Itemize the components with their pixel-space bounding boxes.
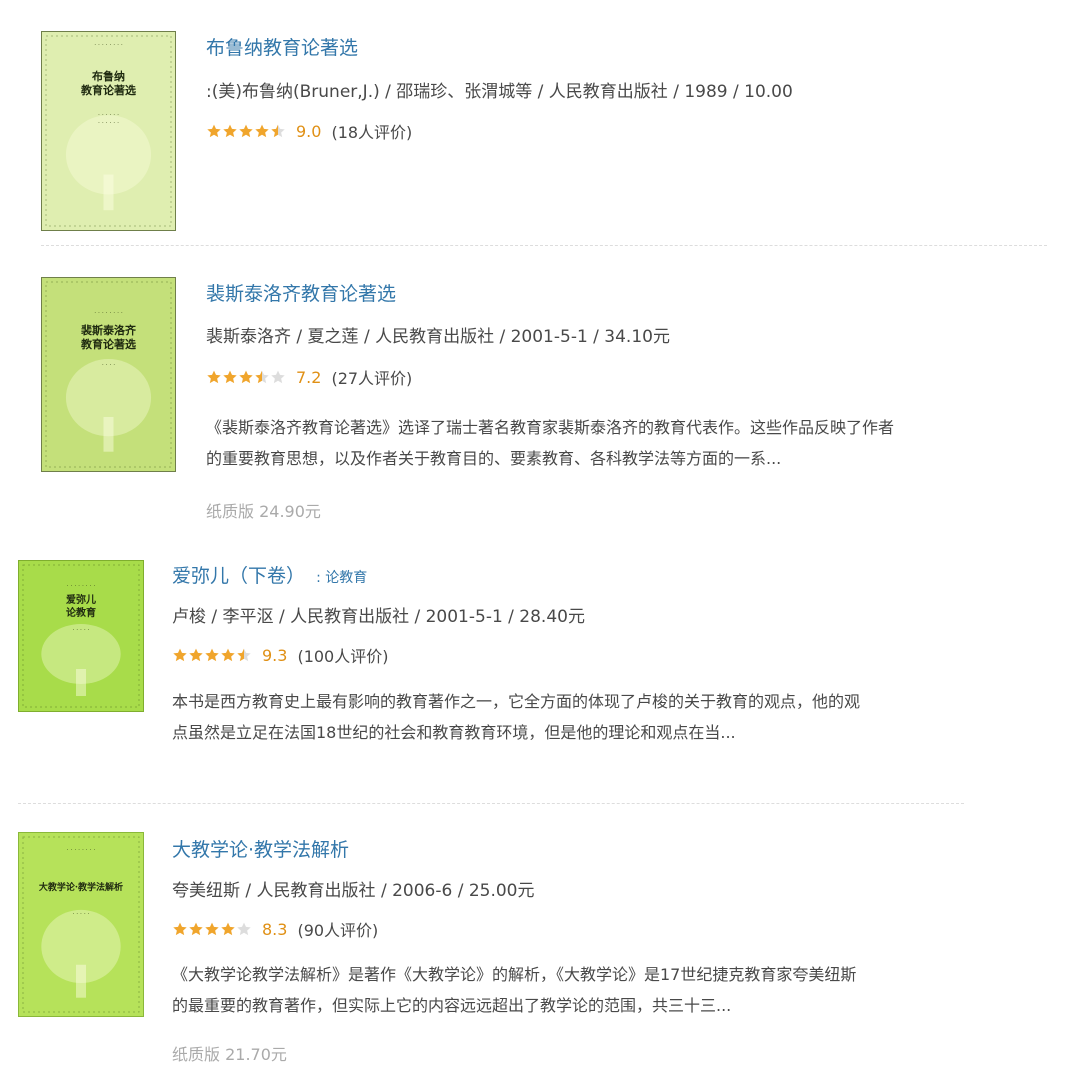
- rating-count[interactable]: (18人评价): [331, 119, 412, 143]
- paper-edition-price[interactable]: 纸质版 21.70元: [172, 1041, 287, 1065]
- star-rating: [206, 124, 286, 138]
- star-icon: [173, 922, 187, 936]
- star-icon: [271, 124, 285, 138]
- book-description: 本书是西方教育史上最有影响的教育著作之一，它全方面的体现了卢梭的关于教育的观点，…: [172, 686, 1032, 748]
- divider: [18, 803, 964, 804]
- book-cover[interactable]: · · · · · · · · 爱弥儿 论教育 · · · · ·: [18, 560, 144, 712]
- star-icon: [207, 370, 221, 384]
- book-meta: :(美)布鲁纳(Bruner,J.) / 邵瑞珍、张渭城等 / 人民教育出版社 …: [206, 82, 793, 102]
- star-rating: [172, 922, 252, 936]
- star-icon: [239, 370, 253, 384]
- book-title-link[interactable]: 裴斯泰洛齐教育论著选: [206, 283, 396, 305]
- rating-count[interactable]: (90人评价): [297, 917, 378, 941]
- cover-title: 裴斯泰洛齐 教育论著选: [81, 324, 136, 351]
- cover-authors: · · · · ·: [72, 627, 90, 634]
- star-icon: [271, 370, 285, 384]
- star-icon: [189, 922, 203, 936]
- divider: [41, 245, 1047, 246]
- star-icon: [237, 922, 251, 936]
- cover-pattern: [22, 836, 140, 1013]
- cover-title: 爱弥儿 论教育: [66, 595, 96, 619]
- star-icon: [221, 922, 235, 936]
- rating-score: 7.2: [296, 367, 322, 387]
- star-icon: [239, 124, 253, 138]
- cover-art: [42, 278, 175, 471]
- star-icon: [189, 648, 203, 662]
- cover-series: · · · · · · · ·: [66, 847, 96, 854]
- rating-count[interactable]: (27人评价): [331, 365, 412, 389]
- rating-score: 8.3: [262, 919, 288, 939]
- description-line: 本书是西方教育史上最有影响的教育著作之一，它全方面的体现了卢梭的关于教育的观点，…: [172, 692, 861, 711]
- book-description: 《裴斯泰洛齐教育论著选》选译了瑞士著名教育家裴斯泰洛齐的教育代表作。这些作品反映…: [206, 412, 1056, 474]
- description-line: 《大教学论教学法解析》是著作《大教学论》的解析，《大教学论》是17世纪捷克教育家…: [172, 965, 857, 984]
- star-icon: [205, 648, 219, 662]
- book-title-link[interactable]: 大教学论·教学法解析: [172, 839, 349, 861]
- star-icon: [255, 124, 269, 138]
- rating-score: 9.0: [296, 121, 322, 141]
- cover-series: · · · · · · · ·: [94, 310, 123, 317]
- cover-title: 大教学论·教学法解析: [38, 883, 124, 893]
- book-cover[interactable]: · · · · · · · · 裴斯泰洛齐 教育论著选 · · · ·: [41, 277, 176, 472]
- rating-row: 7.2 (27人评价): [206, 365, 412, 389]
- rating-count[interactable]: (100人评价): [297, 643, 388, 667]
- book-description: 《大教学论教学法解析》是著作《大教学论》的解析，《大教学论》是17世纪捷克教育家…: [172, 959, 1032, 1021]
- description-line: 《裴斯泰洛齐教育论著选》选译了瑞士著名教育家裴斯泰洛齐的教育代表作。这些作品反映…: [206, 418, 895, 437]
- cover-series: · · · · · · · ·: [66, 583, 96, 590]
- star-rating: [206, 370, 286, 384]
- book-title-link[interactable]: 爱弥儿（下卷）: [172, 565, 305, 587]
- cover-authors: · · · ·: [101, 362, 116, 369]
- cover-authors: · · · · · · · · · · · ·: [98, 112, 119, 128]
- rating-row: 8.3 (90人评价): [172, 917, 378, 941]
- book-cover[interactable]: · · · · · · · · 大教学论·教学法解析 · · · · ·: [18, 832, 144, 1017]
- star-icon: [173, 648, 187, 662]
- star-icon: [255, 370, 269, 384]
- rating-row: 9.0 (18人评价): [206, 119, 412, 143]
- cover-art: [19, 833, 143, 1016]
- star-icon: [223, 370, 237, 384]
- cover-title: 布鲁纳 教育论著选: [81, 70, 136, 97]
- star-icon: [221, 648, 235, 662]
- cover-pattern: [45, 35, 172, 227]
- star-icon: [207, 124, 221, 138]
- cover-authors: · · · · ·: [72, 911, 90, 918]
- star-rating: [172, 648, 252, 662]
- book-meta: 裴斯泰洛齐 / 夏之莲 / 人民教育出版社 / 2001-5-1 / 34.10…: [206, 327, 670, 347]
- description-line: 点虽然是立足在法国18世纪的社会和教育教育环境，但是他的理论和观点在当...: [172, 723, 736, 742]
- cover-art: [42, 32, 175, 230]
- book-cover[interactable]: · · · · · · · · 布鲁纳 教育论著选 · · · · · · · ·…: [41, 31, 176, 231]
- star-icon: [223, 124, 237, 138]
- book-meta: 卢梭 / 李平沤 / 人民教育出版社 / 2001-5-1 / 28.40元: [172, 607, 585, 627]
- rating-row: 9.3 (100人评价): [172, 643, 388, 667]
- book-subtitle: : 论教育: [316, 570, 368, 586]
- rating-score: 9.3: [262, 645, 288, 665]
- description-line: 的最重要的教育著作，但实际上它的内容远远超出了教学论的范围，共三十三...: [172, 996, 732, 1015]
- book-title-link[interactable]: 布鲁纳教育论著选: [206, 37, 358, 59]
- description-line: 的重要教育思想，以及作者关于教育目的、要素教育、各科教学法等方面的一系...: [206, 449, 782, 468]
- star-icon: [205, 922, 219, 936]
- cover-pattern: [45, 281, 172, 468]
- paper-edition-price[interactable]: 纸质版 24.90元: [206, 498, 321, 522]
- star-icon: [237, 648, 251, 662]
- cover-series: · · · · · · · ·: [94, 42, 123, 49]
- book-meta: 夸美纽斯 / 人民教育出版社 / 2006-6 / 25.00元: [172, 881, 535, 901]
